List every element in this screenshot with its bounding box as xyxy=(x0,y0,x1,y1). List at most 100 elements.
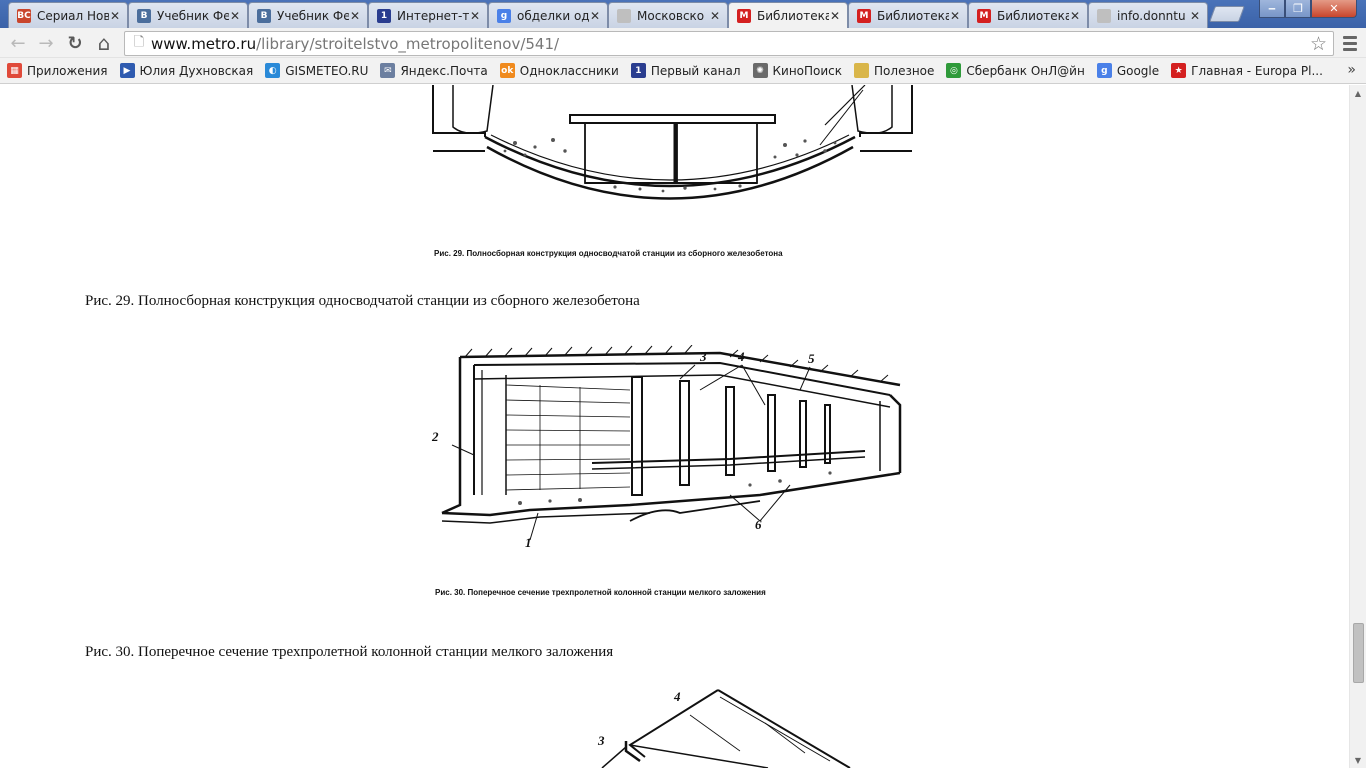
bookmark-11[interactable]: ★ Главная - Europa Pl... xyxy=(1171,63,1323,78)
bookmark-5[interactable]: ok Одноклассники xyxy=(499,63,619,78)
fig30-image-caption: Рис. 30. Поперечное сечение трехпролетно… xyxy=(435,588,766,597)
fig30-label-4: 4 xyxy=(737,349,745,364)
gismeteo-icon: ◐ xyxy=(265,63,281,78)
tab-4[interactable]: 1 Интернет-те ✕ xyxy=(368,2,488,28)
google-icon: g xyxy=(1096,63,1112,78)
close-tab-icon[interactable]: ✕ xyxy=(589,9,601,23)
close-tab-icon[interactable]: ✕ xyxy=(109,9,121,23)
folder-icon xyxy=(854,63,870,78)
fig30-caption: Рис. 30. Поперечное сечение трехпролетно… xyxy=(85,644,614,660)
close-tab-icon[interactable]: ✕ xyxy=(829,9,841,23)
maximize-button[interactable]: ❐ xyxy=(1285,0,1311,18)
window-controls: ‒ ❐ ✕ xyxy=(1259,0,1357,18)
forward-button[interactable]: → xyxy=(34,31,58,55)
bookmark-label: Первый канал xyxy=(650,63,741,78)
fig30-label-1: 1 xyxy=(525,535,532,550)
apps-icon: ▦ xyxy=(7,63,22,78)
tab-7[interactable]: M Библиотека ✕ xyxy=(728,2,848,28)
europa-star-icon: ★ xyxy=(1171,63,1187,78)
browser-toolbar: ← → ↻ ⌂ 🗋 www.metro.ru/library/stroitels… xyxy=(0,28,1366,58)
vk-icon: B xyxy=(137,8,151,23)
scroll-up-icon[interactable]: ▲ xyxy=(1350,85,1366,101)
bookmark-7[interactable]: ✺ КиноПоиск xyxy=(752,63,843,78)
fig31-partial-drawing: 3 4 xyxy=(597,689,851,768)
page-icon xyxy=(617,8,631,23)
close-tab-icon[interactable]: ✕ xyxy=(349,9,361,23)
tab-1[interactable]: BC Сериал Нов ✕ xyxy=(8,2,128,28)
close-tab-icon[interactable]: ✕ xyxy=(469,9,481,23)
vk-icon: B xyxy=(257,8,271,23)
metro-icon: M xyxy=(977,8,991,23)
fig30-label-5: 5 xyxy=(808,351,815,366)
bookmark-10[interactable]: g Google xyxy=(1096,63,1160,78)
channel-one-icon: 1 xyxy=(377,8,391,23)
tab-title: Сериал Нов xyxy=(37,8,109,23)
channel-one-icon: 1 xyxy=(630,63,646,78)
fig30-label-2: 2 xyxy=(431,429,439,444)
fig29-image-caption: Рис. 29. Полносборная конструкция односв… xyxy=(434,249,783,258)
close-tab-icon[interactable]: ✕ xyxy=(949,9,961,23)
tab-title: Библиотека xyxy=(877,8,949,23)
close-tab-icon[interactable]: ✕ xyxy=(709,9,721,23)
new-tab-button[interactable] xyxy=(1209,6,1245,22)
film-icon: ✺ xyxy=(752,63,768,78)
bookmark-label: Google xyxy=(1116,63,1160,78)
fig29-caption: Рис. 29. Полносборная конструкция односв… xyxy=(85,293,640,309)
tab-9[interactable]: M Библиотека ✕ xyxy=(968,2,1088,28)
tab-title: Учебник Фе xyxy=(157,8,229,23)
bookmark-4[interactable]: ✉ Яндекс.Почта xyxy=(380,63,488,78)
tab-2[interactable]: B Учебник Фе ✕ xyxy=(128,2,248,28)
scroll-down-icon[interactable]: ▼ xyxy=(1350,752,1366,768)
close-tab-icon[interactable]: ✕ xyxy=(229,9,241,23)
tab-title: Учебник Фе xyxy=(277,8,349,23)
bookmark-label: GISMETEO.RU xyxy=(285,63,369,78)
tab-8[interactable]: M Библиотека ✕ xyxy=(848,2,968,28)
metro-icon: M xyxy=(857,8,871,23)
bookmark-label: Сбербанк ОнЛ@йн xyxy=(966,63,1085,78)
tab-title: Московско xyxy=(637,8,705,23)
video-icon: ▶ xyxy=(119,63,135,78)
close-window-button[interactable]: ✕ xyxy=(1311,0,1357,18)
tab-10[interactable]: info.donntu ✕ xyxy=(1088,2,1208,28)
tab-3[interactable]: B Учебник Фе ✕ xyxy=(248,2,368,28)
minimize-button[interactable]: ‒ xyxy=(1259,0,1285,18)
fig31-label-3: 3 xyxy=(597,733,605,748)
bookmark-label: КиноПоиск xyxy=(772,63,843,78)
home-button[interactable]: ⌂ xyxy=(92,31,116,55)
bookmark-9[interactable]: ◎ Сбербанк ОнЛ@йн xyxy=(946,63,1085,78)
bookmark-label: Одноклассники xyxy=(519,63,619,78)
bookmarks-bar: ▦ Приложения ▶ Юлия Духновская ◐ GISMETEO.RU ✉… xyxy=(0,58,1366,84)
tab-5[interactable]: g обделки одн✕ xyxy=(488,2,608,28)
tab-title: info.donntu xyxy=(1117,8,1186,23)
bookmark-3[interactable]: ◐ GISMETEO.RU xyxy=(265,63,368,78)
bookmark-6[interactable]: 1 Первый канал xyxy=(630,63,741,78)
scroll-thumb[interactable] xyxy=(1353,623,1364,683)
fig30-station-drawing: 1 2 3 4 5 6 xyxy=(431,345,902,550)
tab-title: Библиотека xyxy=(997,8,1069,23)
back-button[interactable]: ← xyxy=(6,31,30,55)
bookmark-8[interactable]: Полезное xyxy=(854,63,934,78)
bookmark-label: Яндекс.Почта xyxy=(400,63,488,78)
tab-6[interactable]: Московско ✕ xyxy=(608,2,728,28)
bookmark-label: Главная - Europa Pl... xyxy=(1191,63,1323,78)
fig31-label-4: 4 xyxy=(673,689,681,704)
close-tab-icon[interactable]: ✕ xyxy=(1189,9,1201,23)
sberbank-icon: ◎ xyxy=(946,63,962,78)
url-host: www.metro.ru xyxy=(151,34,257,53)
menu-bar-icon xyxy=(1343,47,1357,51)
fig30-label-6: 6 xyxy=(755,517,762,532)
address-bar[interactable]: 🗋 www.metro.ru/library/stroitelstvo_metr… xyxy=(124,31,1334,56)
bookmark-star-icon[interactable]: ☆ xyxy=(1310,33,1327,55)
close-tab-icon[interactable]: ✕ xyxy=(1069,9,1081,23)
reload-button[interactable]: ↻ xyxy=(63,31,87,55)
bookmark-label: Юлия Духновская xyxy=(139,63,254,78)
google-icon: g xyxy=(497,8,511,23)
bookmark-1[interactable]: ▦ Приложения xyxy=(7,63,108,78)
bookmarks-overflow-icon[interactable]: » xyxy=(1347,62,1356,78)
tab-title: Библиотека xyxy=(757,8,829,23)
bookmark-2[interactable]: ▶ Юлия Духновская xyxy=(119,63,254,78)
page-scrollbar[interactable]: ▲ ▼ xyxy=(1349,85,1366,768)
tab-title: обделки одн xyxy=(517,8,589,23)
mail-icon: ✉ xyxy=(380,63,396,78)
chrome-menu-button[interactable] xyxy=(1340,33,1360,53)
